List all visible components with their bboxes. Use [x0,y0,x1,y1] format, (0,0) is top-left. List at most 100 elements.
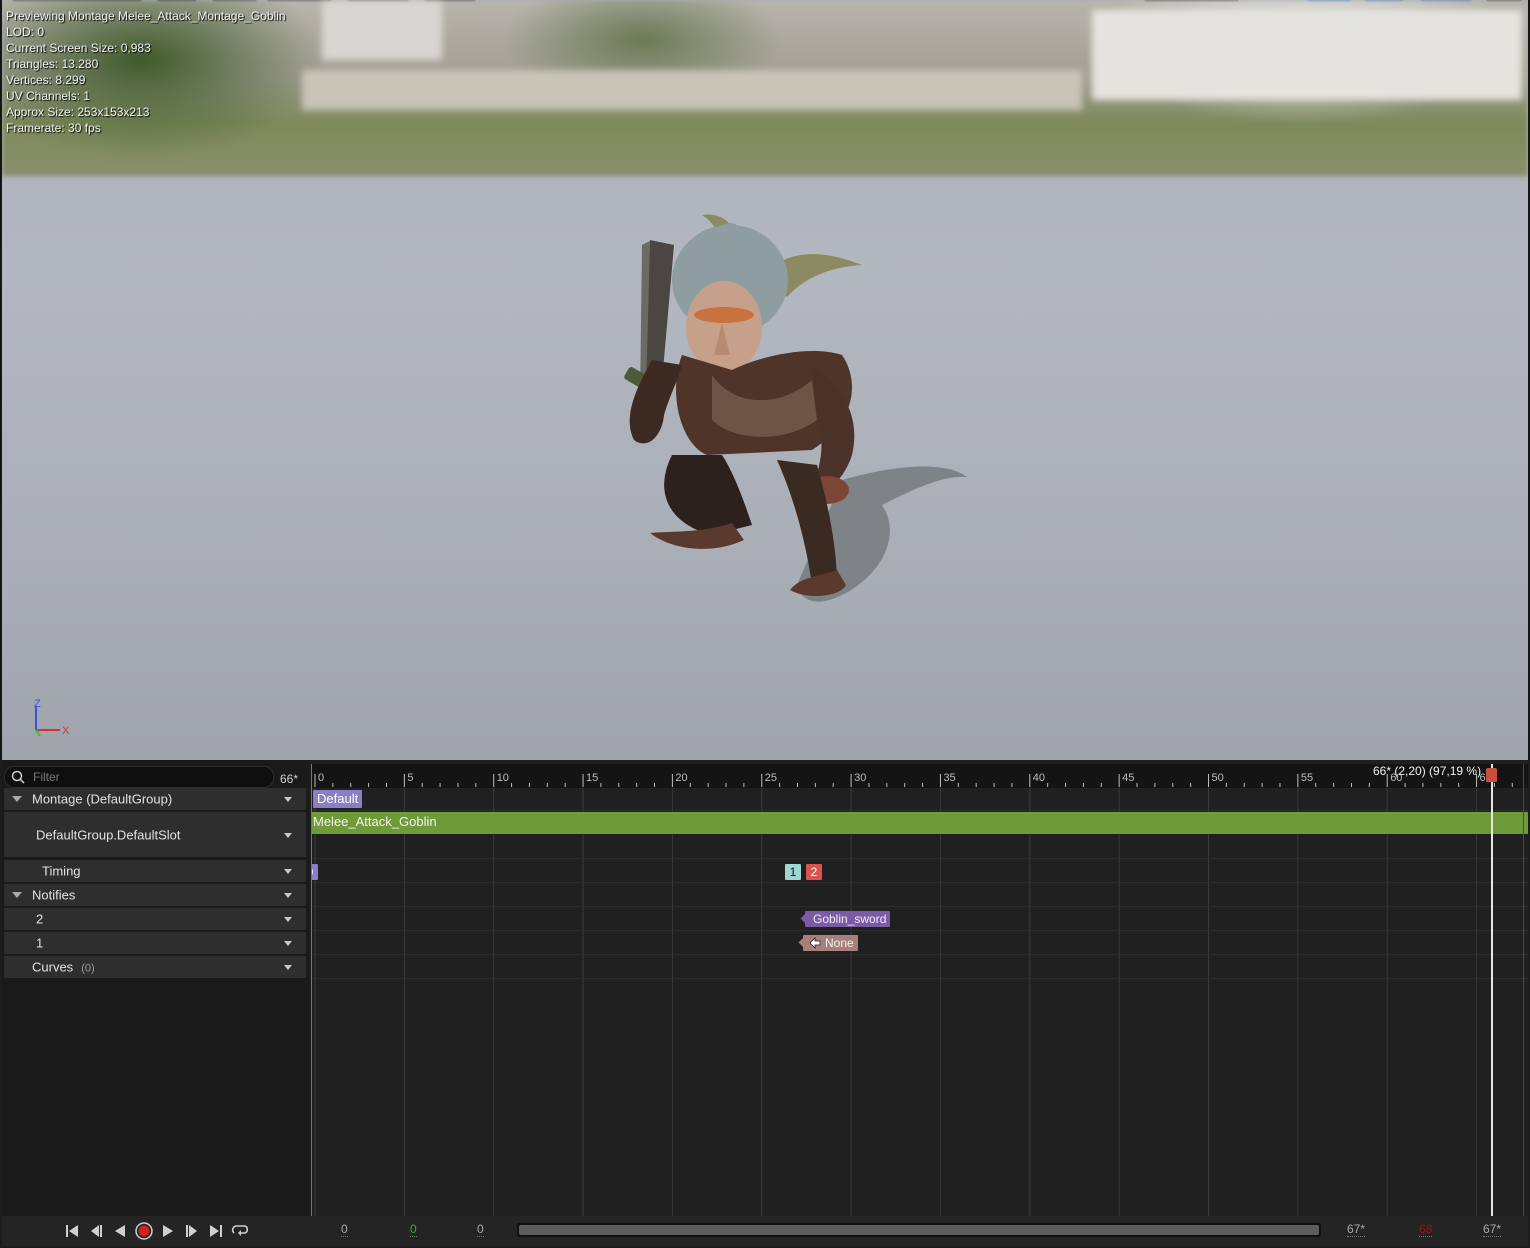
axis-z-label: Z [34,698,41,710]
ruler-label: 35 [943,772,955,784]
notify-goblin-sword[interactable]: Goblin_sword [800,911,891,927]
track-row-notify-1[interactable]: 1 [4,932,306,955]
stat-line: Current Screen Size: 0,983 [6,41,151,55]
track-tree: 66* Montage (DefaultGroup) DefaultGroup.… [2,760,308,1216]
ruler-label: 50 [1212,772,1224,784]
step-forward-icon [186,1225,197,1237]
loop-button[interactable] [230,1221,250,1241]
chevron-down-icon[interactable] [284,941,292,946]
range-start-field[interactable]: 0 [341,1222,348,1237]
notify-label: None [825,936,854,950]
ruler-label: 10 [497,772,509,784]
ruler-label: 45 [1122,772,1134,784]
timing-marker-1[interactable]: 1 [785,864,801,880]
track-row-timing[interactable]: Timing [4,860,306,883]
skip-start-icon [66,1225,78,1237]
montage-lane [311,788,1528,811]
animation-segment[interactable]: Melee_Attack_Goblin [311,812,1528,834]
end-marker [1523,764,1524,1216]
play-reverse-icon [115,1225,125,1237]
notifies-lane [311,882,1528,907]
goblin-character-model [624,214,967,602]
stat-line: Framerate: 30 fps [6,121,101,135]
stat-line: Approx Size: 253x153x213 [6,105,150,119]
ruler-label: 5 [407,772,413,784]
loop-icon [231,1225,249,1236]
collapse-caret-icon[interactable] [12,796,22,802]
range-current-field[interactable]: 0 [410,1222,417,1237]
curves-count: (0) [81,962,95,975]
chevron-down-icon[interactable] [284,893,292,898]
ruler-label: 0 [318,772,324,784]
time-ruler[interactable]: 05101520253035404550556065 [311,764,1528,788]
jump-to-end-button[interactable] [206,1221,226,1241]
step-back-button[interactable] [86,1221,106,1241]
track-label-notify-2: 2 [36,911,44,927]
timeline-area[interactable]: 05101520253035404550556065 Default Melee… [311,760,1528,1216]
chevron-down-icon[interactable] [284,832,292,838]
timing-marker-2[interactable]: 2 [806,864,822,880]
range-end-red-field[interactable]: 68 [1419,1222,1433,1237]
collapse-caret-icon[interactable] [12,892,22,898]
filter-search-box[interactable] [4,766,274,788]
curves-lane [311,954,1528,979]
filter-row: 66* [2,764,308,788]
current-frame-label: 66* [280,772,299,786]
stat-line: Previewing Montage Melee_Attack_Montage_… [6,9,286,23]
play-button[interactable] [158,1221,178,1241]
montage-section-default[interactable]: Default [313,790,363,808]
timing-lane [311,858,1528,883]
start-marker [311,764,312,1216]
record-icon [135,1222,153,1240]
playhead-line[interactable] [1491,764,1493,1216]
montage-sequencer: 66* Montage (DefaultGroup) DefaultGroup.… [0,760,1530,1248]
ruler-ticks: 05101520253035404550556065 [314,772,1513,787]
filter-input[interactable] [31,768,265,786]
timeline-scrollbar[interactable] [517,1223,1321,1237]
track-label-curves-wrap: Curves (0) [32,960,95,975]
timing-marker-start[interactable]: 0 [311,864,318,880]
step-forward-button[interactable] [182,1221,202,1241]
step-back-icon [91,1225,102,1237]
chevron-down-icon[interactable] [284,797,292,802]
track-row-montage[interactable]: Montage (DefaultGroup) [4,788,306,811]
play-reverse-button[interactable] [110,1221,130,1241]
skip-end-icon [210,1225,222,1237]
track-label-curves: Curves [32,959,74,975]
track-label-timing: Timing [42,863,81,879]
axis-gizmo-icon: Z X [34,698,70,737]
ruler-label: 15 [586,772,598,784]
range-total-field[interactable]: 67* [1483,1222,1502,1237]
ruler-label: 40 [1033,772,1045,784]
track-row-notify-2[interactable]: 2 [4,908,306,931]
chevron-down-icon[interactable] [284,869,292,874]
ruler-label: 30 [854,772,866,784]
axis-x-label: X [62,725,70,737]
chevron-down-icon[interactable] [284,917,292,922]
viewport-stats: Previewing Montage Melee_Attack_Montage_… [6,8,286,136]
track-row-curves[interactable]: Curves (0) [4,956,306,979]
playhead-readout: 66* (2,20) (97,19 %) [1373,764,1482,778]
chevron-down-icon[interactable] [284,965,292,970]
search-icon [11,770,25,784]
record-button[interactable] [134,1221,154,1241]
preview-viewport[interactable]: Previewing Montage Melee_Attack_Montage_… [2,0,1528,760]
notify-lane-1 [311,930,1528,955]
jump-to-start-button[interactable] [62,1221,82,1241]
range-offset-field[interactable]: 0 [477,1222,484,1237]
track-label-notifies: Notifies [32,887,76,903]
ruler-label: 55 [1301,772,1313,784]
range-end-field[interactable]: 67* [1347,1222,1366,1237]
stat-line: Triangles: 13.280 [6,57,99,71]
track-row-notifies[interactable]: Notifies [4,884,306,907]
stat-line: LOD: 0 [6,25,45,39]
track-label-slot: DefaultGroup.DefaultSlot [36,827,181,842]
scrollbar-thumb[interactable] [519,1225,1319,1235]
cursor-arrow-icon [809,937,821,949]
notify-none[interactable]: None [798,935,858,951]
ruler-label: 20 [675,772,687,784]
playhead-handle[interactable] [1486,768,1497,782]
playback-controls [62,1220,250,1242]
track-label-montage: Montage (DefaultGroup) [32,791,173,807]
track-row-slot[interactable]: DefaultGroup.DefaultSlot [4,812,306,858]
